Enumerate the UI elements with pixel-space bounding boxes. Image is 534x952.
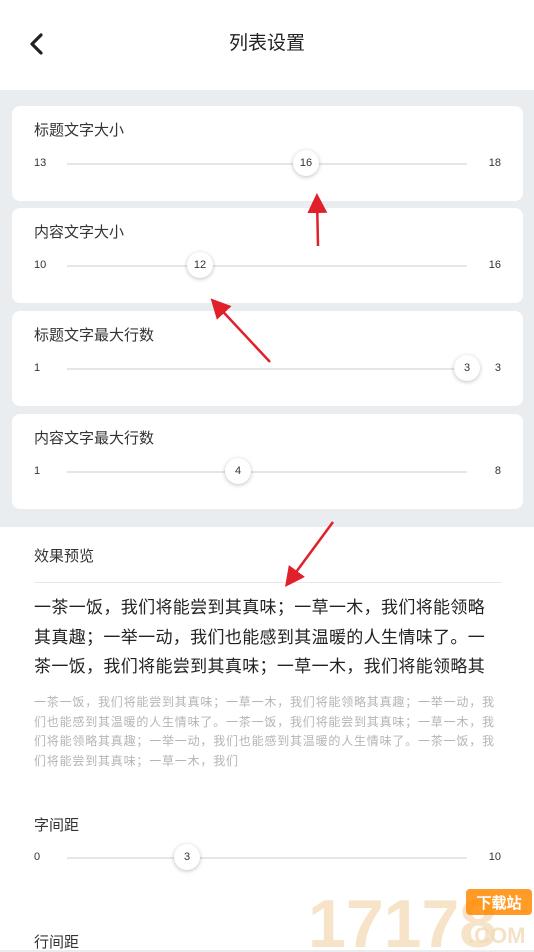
preview-title-text: 一茶一饭，我们将能尝到其真味；一草一木，我们将能领略其真趣；一举一动，我们也能感…: [34, 598, 486, 676]
slider-thumb[interactable]: 4: [225, 458, 251, 484]
slider-track[interactable]: [67, 368, 467, 370]
slider-min: 13: [34, 157, 47, 169]
content-font-size-slider[interactable]: 10 12 16: [12, 251, 523, 281]
page-title: 列表设置: [228, 33, 305, 54]
content-max-lines-slider[interactable]: 1 4 8: [12, 457, 523, 487]
slider-track[interactable]: [67, 471, 467, 473]
letter-spacing-slider[interactable]: 0 3 10: [12, 843, 523, 873]
svg-text:.COM: .COM: [468, 923, 525, 948]
slider-min: 10: [34, 259, 47, 271]
card-label: 标题文字最大行数: [34, 327, 155, 344]
card-title-max-lines: 标题文字最大行数 1 3 3: [12, 311, 523, 406]
preview-content-text: 一茶一饭，我们将能尝到其真味；一草一木，我们将能领略其真趣；一举一动，我们也能感…: [34, 695, 495, 768]
slider-thumb[interactable]: 3: [454, 355, 480, 381]
slider-min: 1: [34, 362, 41, 374]
card-title-font-size: 标题文字大小 13 16 18: [12, 106, 523, 201]
header-bar: 列表设置: [0, 0, 534, 90]
slider-max: 8: [494, 465, 501, 477]
site-watermark-logo: 17178 下载站 .COM: [308, 886, 532, 950]
slider-max: 10: [488, 851, 501, 863]
svg-text:下载站: 下载站: [476, 894, 521, 912]
divider: [34, 582, 502, 583]
slider-track[interactable]: [67, 857, 467, 859]
slider-thumb[interactable]: 12: [187, 252, 213, 278]
title-max-lines-slider[interactable]: 1 3 3: [12, 354, 523, 384]
slider-max: 18: [488, 157, 501, 169]
title-font-size-slider[interactable]: 13 16 18: [12, 149, 523, 179]
slider-min: 0: [34, 851, 41, 863]
slider-min: 1: [34, 465, 41, 477]
card-label: 内容文字最大行数: [34, 430, 155, 447]
card-label: 内容文字大小: [34, 224, 125, 241]
slider-max: 16: [488, 259, 501, 271]
card-content-font-size: 内容文字大小 10 12 16: [12, 208, 523, 303]
card-label: 标题文字大小: [34, 122, 125, 139]
slider-thumb[interactable]: 3: [174, 844, 200, 870]
letter-spacing-label: 字间距: [34, 817, 80, 834]
slider-track[interactable]: [67, 163, 467, 165]
card-content-max-lines: 内容文字最大行数 1 4 8: [12, 414, 523, 509]
slider-thumb[interactable]: 16: [293, 150, 319, 176]
slider-max: 3: [494, 362, 501, 374]
slider-track[interactable]: [67, 265, 467, 267]
line-spacing-label: 行间距: [34, 934, 80, 951]
preview-title: 效果预览: [34, 548, 95, 565]
